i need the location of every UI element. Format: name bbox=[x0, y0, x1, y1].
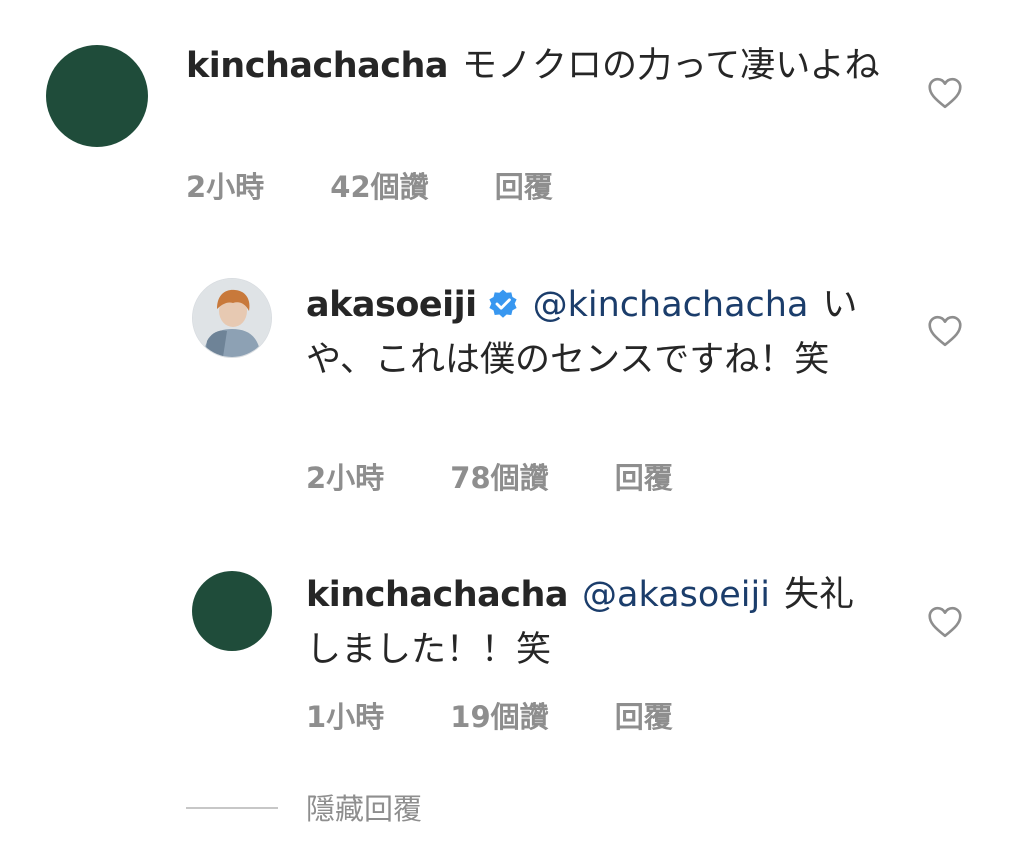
comment-likes[interactable]: 19個讚 bbox=[450, 694, 548, 736]
comment-username[interactable]: akasoeiji bbox=[306, 285, 477, 325]
comment-time: 1小時 bbox=[306, 700, 385, 734]
avatar[interactable] bbox=[192, 571, 272, 651]
divider-line bbox=[186, 807, 278, 809]
avatar[interactable] bbox=[192, 278, 272, 358]
heart-outline-icon[interactable] bbox=[927, 606, 963, 638]
mention-link[interactable]: @kinchachacha bbox=[533, 285, 809, 325]
verified-badge-icon bbox=[489, 289, 517, 318]
comment-meta: 1小時 19個讚 回覆 bbox=[306, 694, 673, 736]
hide-replies-button[interactable]: 隱藏回覆 bbox=[306, 784, 422, 834]
comment-body: akasoeiji @kinchachacha いや、これは僕のセンスですね！笑 bbox=[306, 278, 866, 388]
avatar[interactable] bbox=[46, 45, 148, 147]
comment-username[interactable]: kinchachacha bbox=[306, 575, 569, 615]
comment-meta: 2小時 42個讚 回覆 bbox=[186, 164, 553, 206]
comment-body: kinchachacha @akasoeiji 失礼しました！！笑 bbox=[306, 568, 886, 678]
comment-likes[interactable]: 78個讚 bbox=[450, 455, 548, 497]
profile-photo-icon bbox=[193, 279, 271, 357]
reply-button[interactable]: 回覆 bbox=[495, 164, 553, 206]
comment-likes[interactable]: 42個讚 bbox=[330, 164, 428, 206]
comment-text: モノクロの力って凄いよね bbox=[462, 46, 880, 86]
reply-button[interactable]: 回覆 bbox=[615, 455, 673, 497]
comment-body: kinchachacha モノクロの力って凄いよね bbox=[186, 39, 886, 94]
reply-button[interactable]: 回覆 bbox=[615, 694, 673, 736]
heart-outline-icon[interactable] bbox=[927, 315, 963, 347]
heart-outline-icon[interactable] bbox=[927, 77, 963, 109]
comment-time: 2小時 bbox=[306, 461, 385, 495]
comment-meta: 2小時 78個讚 回覆 bbox=[306, 455, 673, 497]
comment-time: 2小時 bbox=[186, 170, 265, 204]
mention-link[interactable]: @akasoeiji bbox=[582, 575, 770, 615]
comment-username[interactable]: kinchachacha bbox=[186, 46, 449, 86]
